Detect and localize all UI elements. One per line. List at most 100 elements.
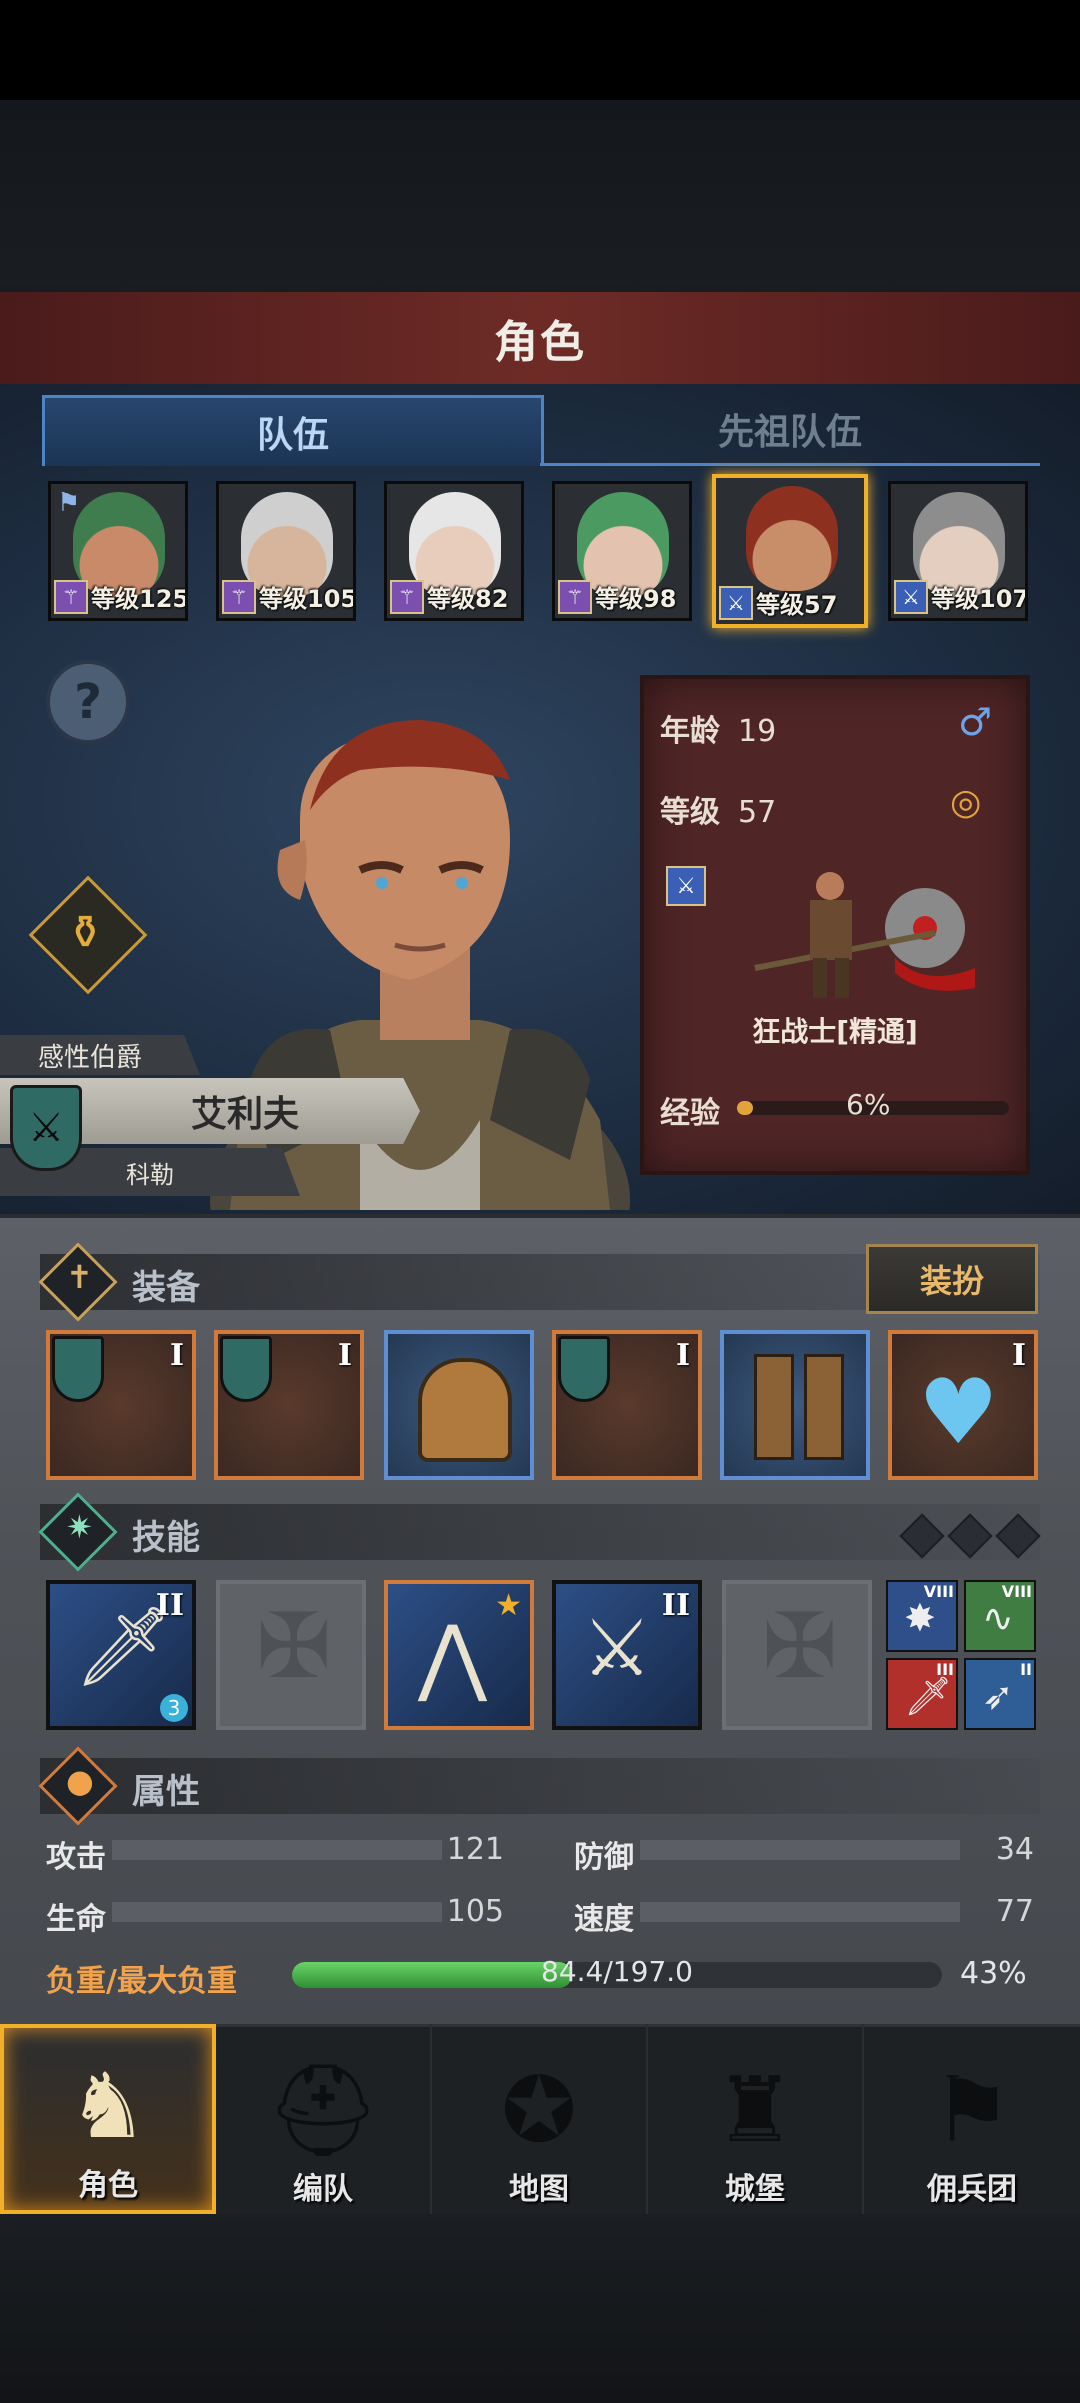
speed-label: 速度	[574, 1902, 634, 1937]
shield-icon	[558, 1336, 610, 1402]
roster-portrait-3[interactable]: ⚚ 等级82	[384, 481, 524, 621]
hp-bar	[112, 1902, 442, 1922]
exp-bar-fill	[737, 1101, 754, 1115]
tier-label: I	[675, 1338, 690, 1373]
staff-class-icon: ⚚	[222, 580, 256, 614]
tab-team[interactable]: 队伍	[42, 395, 544, 466]
boot-right-icon	[804, 1354, 844, 1460]
level-row: 等级 57	[660, 787, 776, 831]
load-percent: 43%	[960, 1956, 1027, 1991]
passive-skill-1[interactable]: VIII ✸	[886, 1580, 958, 1652]
castle-icon: ♜	[714, 2058, 796, 2163]
hero-title: 感性伯爵	[0, 1035, 200, 1075]
portrait-level: 等级107	[931, 585, 1028, 613]
ring-icon[interactable]: ◎	[950, 782, 981, 823]
sword-class-icon: ⚔	[894, 580, 928, 614]
roster-portrait-1[interactable]: ⚑ ⚚ 等级125	[48, 481, 188, 621]
exp-label: 经验	[660, 1096, 720, 1131]
sword-passive-icon: 🗡	[904, 1674, 953, 1718]
faction-shield-icon: ⚔	[10, 1085, 82, 1171]
skill-slot-empty-1[interactable]: ✠	[216, 1580, 366, 1730]
tier-label: II	[1020, 1660, 1032, 1679]
tier-label: I	[169, 1338, 184, 1373]
passive-skill-3[interactable]: III 🗡	[886, 1658, 958, 1730]
boot-left-icon	[754, 1354, 794, 1460]
nav-castle[interactable]: ♜ 城堡	[648, 2024, 864, 2214]
portrait-level: 等级98	[595, 585, 677, 613]
portrait-level: 等级57	[756, 591, 838, 619]
tier-label: II	[155, 1588, 184, 1623]
burst-passive-icon: ✸	[904, 1596, 936, 1640]
defense-bar	[640, 1840, 960, 1860]
nav-mercenaries[interactable]: ⚑ 佣兵团	[864, 2024, 1080, 2214]
skill-slot-4[interactable]: ⚔ II	[552, 1580, 702, 1730]
tier-label: I	[337, 1338, 352, 1373]
nav-label: 编队	[293, 2172, 353, 2207]
nav-label: 城堡	[725, 2172, 785, 2207]
level-value: 57	[738, 795, 777, 830]
passive-skill-4[interactable]: II ➶	[964, 1658, 1036, 1730]
equipment-slot-helmet[interactable]	[384, 1330, 534, 1480]
shield-icon	[52, 1336, 104, 1402]
portrait-level: 等级105	[259, 585, 356, 613]
equipment-slot-weapon-1[interactable]: I	[46, 1330, 196, 1480]
attack-bar	[112, 1840, 442, 1860]
staff-class-icon: ⚚	[54, 580, 88, 614]
crossed-swords-skill-icon: ⚔	[582, 1604, 652, 1694]
load-value: 84.4/197.0	[541, 1955, 693, 1988]
help-button[interactable]: ?	[46, 660, 130, 744]
age-row: 年龄 19	[660, 706, 776, 750]
portrait-level: 等级82	[427, 585, 509, 613]
person-icon: ●	[66, 1762, 94, 1800]
sword-class-icon: ⚔	[666, 866, 706, 906]
nav-character[interactable]: ♞ 角色	[0, 2024, 216, 2214]
exp-percent: 6%	[846, 1088, 891, 1121]
helmet-icon	[418, 1358, 512, 1462]
portrait-face	[746, 486, 838, 591]
sword-class-icon: ⚔	[719, 586, 753, 620]
nav-map[interactable]: ✪ 地图	[432, 2024, 648, 2214]
wing-passive-icon: ➶	[982, 1674, 1014, 1718]
tab-ancestor-team[interactable]: 先祖队伍	[540, 395, 1040, 466]
equipment-title: 装备	[132, 1268, 200, 1308]
load-label: 负重/最大负重	[46, 1964, 237, 1999]
skill-slot-3[interactable]: ⋀ ★	[384, 1580, 534, 1730]
roster-portrait-6[interactable]: ⚔ 等级107	[888, 481, 1028, 621]
nav-label: 佣兵团	[927, 2172, 1017, 2207]
equipment-slot-weapon-2[interactable]: I	[214, 1330, 364, 1480]
roster-portrait-5-selected[interactable]: ⚔ 等级57	[712, 474, 868, 628]
dress-up-button[interactable]: 装扮	[866, 1244, 1038, 1314]
bottom-area	[0, 2214, 1080, 2403]
attributes-title: 属性	[132, 1772, 200, 1812]
level-label: 等级	[660, 795, 720, 830]
nav-formation[interactable]: ⛑ 编队	[216, 2024, 432, 2214]
passive-skill-2[interactable]: VIII ∿	[964, 1580, 1036, 1652]
empty-slot-cross-icon: ✠	[762, 1594, 838, 1699]
equipment-slot-armor[interactable]: I	[552, 1330, 702, 1480]
nav-label: 角色	[78, 2168, 138, 2203]
compass-icon: ✪	[501, 2058, 577, 2163]
equipment-slot-boots[interactable]	[720, 1330, 870, 1480]
staff-class-icon: ⚚	[558, 580, 592, 614]
heart-amulet-icon: ♥	[918, 1360, 999, 1465]
attack-label: 攻击	[46, 1840, 106, 1875]
defense-label: 防御	[574, 1840, 634, 1875]
shield-icon	[220, 1336, 272, 1402]
job-figure	[754, 872, 975, 998]
skill-slot-empty-2[interactable]: ✠	[722, 1580, 872, 1730]
claw-slash-skill-icon: ⋀	[418, 1607, 487, 1705]
age-label: 年龄	[660, 714, 720, 749]
skills-title: 技能	[132, 1518, 200, 1558]
equipment-slot-amulet[interactable]: ♥ I	[888, 1330, 1038, 1480]
roster-portrait-2[interactable]: ⚚ 等级105	[216, 481, 356, 621]
hp-label: 生命	[46, 1902, 106, 1937]
hp-value: 105	[446, 1894, 504, 1929]
speed-bar	[640, 1902, 960, 1922]
star-icon: ★	[495, 1588, 522, 1623]
page-title: 角色	[0, 292, 1080, 387]
roster-portrait-4[interactable]: ⚚ 等级98	[552, 481, 692, 621]
portrait-level: 等级125	[91, 585, 188, 613]
helmet-nav-icon: ⛑	[265, 2058, 381, 2163]
skill-slot-1[interactable]: 🗡 II 3	[46, 1580, 196, 1730]
skill-badge: 3	[160, 1694, 188, 1722]
